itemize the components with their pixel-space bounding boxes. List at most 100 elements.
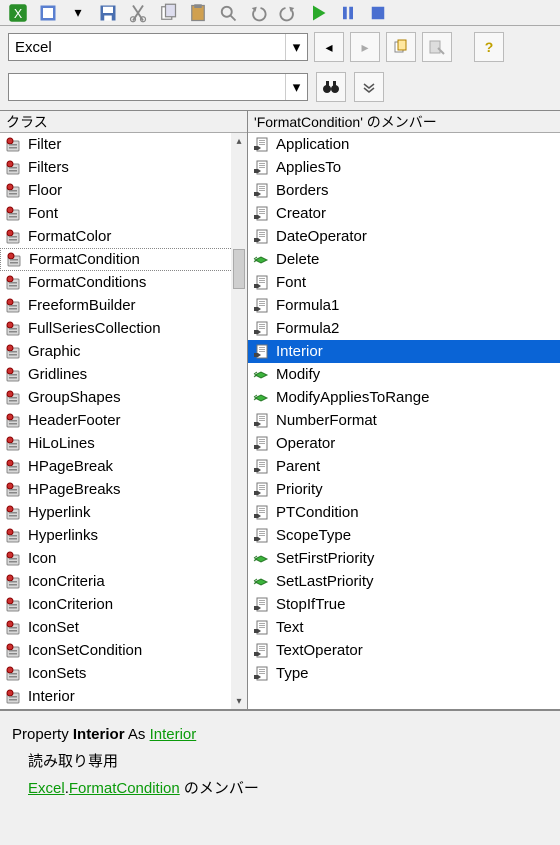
member-item[interactable]: Font	[248, 271, 560, 294]
class-item[interactable]: FormatConditions	[0, 271, 247, 294]
definition-button[interactable]	[422, 32, 452, 62]
help-button[interactable]: ?	[474, 32, 504, 62]
member-item[interactable]: Formula2	[248, 317, 560, 340]
details-type-link[interactable]: Interior	[150, 726, 197, 743]
class-item-label: HeaderFooter	[28, 412, 121, 429]
member-item[interactable]: Creator	[248, 202, 560, 225]
nav-back-button[interactable]: ◂	[314, 32, 344, 62]
binoculars-button[interactable]	[316, 72, 346, 102]
class-icon	[4, 642, 22, 660]
class-item-label: Icon	[28, 550, 56, 567]
pause-icon[interactable]	[338, 3, 358, 23]
property-icon	[252, 274, 270, 292]
member-item[interactable]: Type	[248, 662, 560, 685]
save-icon[interactable]	[98, 3, 118, 23]
class-item-label: FullSeriesCollection	[28, 320, 161, 337]
class-item[interactable]: IconSets	[0, 662, 247, 685]
classes-scrollbar[interactable]: ▴ ▾	[231, 133, 247, 709]
class-item[interactable]: IconSetCondition	[0, 639, 247, 662]
class-item[interactable]: GroupShapes	[0, 386, 247, 409]
scroll-down-icon[interactable]: ▾	[231, 693, 247, 709]
class-item[interactable]: Hyperlink	[0, 501, 247, 524]
copy-icon[interactable]	[158, 3, 178, 23]
class-item[interactable]: Font	[0, 202, 247, 225]
members-list[interactable]: Application AppliesTo Borders Creator DateOp…	[248, 133, 560, 709]
member-item[interactable]: TextOperator	[248, 639, 560, 662]
class-item[interactable]: Interior	[0, 685, 247, 708]
member-item[interactable]: Priority	[248, 478, 560, 501]
member-item[interactable]: Modify	[248, 363, 560, 386]
redo-icon[interactable]	[278, 3, 298, 23]
class-item-label: Gridlines	[28, 366, 87, 383]
class-item[interactable]: Graphic	[0, 340, 247, 363]
details-class-link[interactable]: FormatCondition	[69, 780, 180, 797]
run-icon[interactable]	[308, 3, 328, 23]
member-item[interactable]: Text	[248, 616, 560, 639]
copy-clipboard-button[interactable]	[386, 32, 416, 62]
member-item[interactable]: Operator	[248, 432, 560, 455]
class-item-label: Font	[28, 205, 58, 222]
svg-text:X: X	[14, 7, 23, 21]
class-item[interactable]: IconCriterion	[0, 593, 247, 616]
excel-icon[interactable]: X	[8, 3, 28, 23]
class-item[interactable]: HiLoLines	[0, 432, 247, 455]
find-icon[interactable]	[218, 3, 238, 23]
class-icon	[4, 504, 22, 522]
search-options-button[interactable]	[354, 72, 384, 102]
class-item[interactable]: Filters	[0, 156, 247, 179]
class-item[interactable]: HeaderFooter	[0, 409, 247, 432]
scroll-thumb[interactable]	[233, 249, 245, 289]
scroll-up-icon[interactable]: ▴	[231, 133, 247, 149]
class-item[interactable]: FullSeriesCollection	[0, 317, 247, 340]
member-item[interactable]: NumberFormat	[248, 409, 560, 432]
combo-arrow-icon[interactable]: ▾	[285, 34, 307, 60]
class-item-label: Hyperlink	[28, 504, 91, 521]
class-item[interactable]: IconCriteria	[0, 570, 247, 593]
member-item[interactable]: Application	[248, 133, 560, 156]
library-combo[interactable]: Excel ▾	[8, 33, 308, 61]
member-item[interactable]: ScopeType	[248, 524, 560, 547]
class-item[interactable]: Floor	[0, 179, 247, 202]
member-item[interactable]: DateOperator	[248, 225, 560, 248]
class-item[interactable]: Hyperlinks	[0, 524, 247, 547]
class-item-label: Floor	[28, 182, 62, 199]
class-item[interactable]: FreeformBuilder	[0, 294, 247, 317]
combo-arrow-icon[interactable]: ▾	[285, 74, 307, 100]
member-item[interactable]: Parent	[248, 455, 560, 478]
nav-forward-button[interactable]: ▸	[350, 32, 380, 62]
search-combo[interactable]: ▾	[8, 73, 308, 101]
classes-list[interactable]: FilterFiltersFloorFontFormatColorFormatC…	[0, 133, 247, 709]
member-item[interactable]: SetLastPriority	[248, 570, 560, 593]
dropdown-arrow-icon[interactable]: ▾	[68, 3, 88, 23]
member-item-label: Operator	[276, 435, 335, 452]
class-item[interactable]: HPageBreak	[0, 455, 247, 478]
class-icon	[4, 481, 22, 499]
member-item[interactable]: Borders	[248, 179, 560, 202]
details-lib-link[interactable]: Excel	[28, 780, 65, 797]
member-item[interactable]: ModifyAppliesToRange	[248, 386, 560, 409]
member-item[interactable]: Delete	[248, 248, 560, 271]
class-item[interactable]: Filter	[0, 133, 247, 156]
class-item[interactable]: FormatCondition	[0, 248, 247, 271]
member-item[interactable]: PTCondition	[248, 501, 560, 524]
view-icon[interactable]	[38, 3, 58, 23]
paste-icon[interactable]	[188, 3, 208, 23]
class-item[interactable]: HPageBreaks	[0, 478, 247, 501]
class-item[interactable]: FormatColor	[0, 225, 247, 248]
member-item-label: SetFirstPriority	[276, 550, 374, 567]
member-item-label: AppliesTo	[276, 159, 341, 176]
member-item[interactable]: SetFirstPriority	[248, 547, 560, 570]
method-icon	[252, 366, 270, 384]
class-item[interactable]: Gridlines	[0, 363, 247, 386]
member-item[interactable]: Formula1	[248, 294, 560, 317]
class-item[interactable]: IconSet	[0, 616, 247, 639]
class-item[interactable]: Icon	[0, 547, 247, 570]
undo-icon[interactable]	[248, 3, 268, 23]
stop-icon[interactable]	[368, 3, 388, 23]
member-item[interactable]: StopIfTrue	[248, 593, 560, 616]
member-item[interactable]: Interior	[248, 340, 560, 363]
member-item[interactable]: AppliesTo	[248, 156, 560, 179]
member-item-label: Creator	[276, 205, 326, 222]
class-icon	[4, 389, 22, 407]
cut-icon[interactable]	[128, 3, 148, 23]
